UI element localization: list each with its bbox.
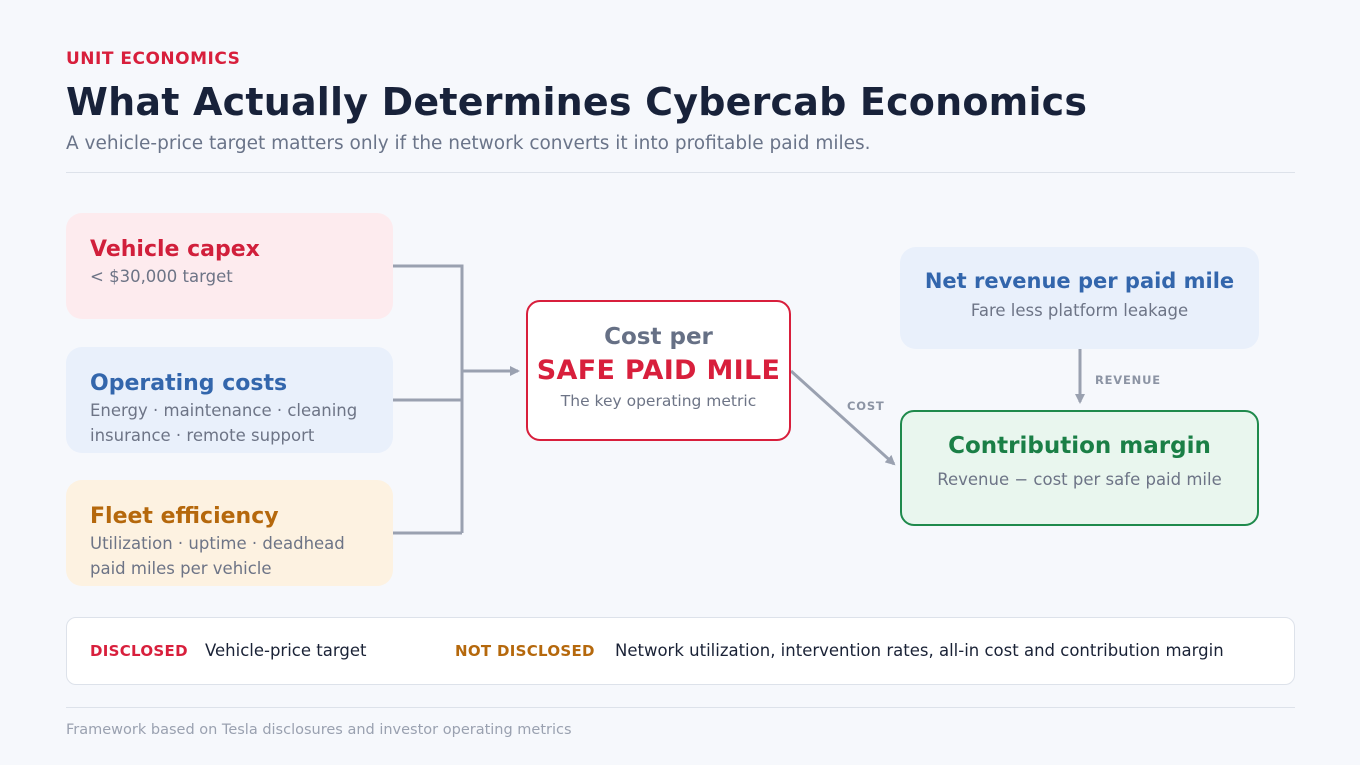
not-disclosed-tag: NOT DISCLOSED <box>455 642 595 660</box>
fleet-efficiency-title: Fleet efficiency <box>90 504 279 529</box>
fleet-efficiency-detail-2: paid miles per vehicle <box>90 559 272 578</box>
center-line-3: The key operating metric <box>560 392 757 410</box>
cost-arrow <box>789 369 896 466</box>
net-revenue-box: Net revenue per paid mile Fare less plat… <box>900 247 1259 349</box>
cost-per-safe-paid-mile-box: Cost per SAFE PAID MILE The key operatin… <box>526 300 791 441</box>
disclosed-text: Vehicle-price target <box>205 641 367 660</box>
vehicle-capex-title: Vehicle capex <box>90 237 260 262</box>
contribution-margin-title: Contribution margin <box>948 433 1211 459</box>
not-disclosed-text: Network utilization, intervention rates,… <box>615 641 1224 660</box>
vehicle-capex-box: Vehicle capex < $30,000 target <box>66 213 393 319</box>
fleet-efficiency-box: Fleet efficiency Utilization · uptime · … <box>66 480 393 586</box>
operating-costs-detail-1: Energy · maintenance · cleaning <box>90 401 358 420</box>
center-line-1: Cost per <box>604 324 713 350</box>
contribution-margin-box: Contribution margin Revenue − cost per s… <box>900 410 1259 526</box>
operating-costs-title: Operating costs <box>90 371 288 396</box>
footer-note: Framework based on Tesla disclosures and… <box>66 722 572 738</box>
net-revenue-title: Net revenue per paid mile <box>924 269 1235 293</box>
revenue-flow-label: REVENUE <box>1095 373 1161 387</box>
cost-flow-label: COST <box>847 399 885 413</box>
operating-costs-detail-2: insurance · remote support <box>90 426 315 445</box>
operating-costs-box: Operating costs Energy · maintenance · c… <box>66 347 393 453</box>
net-revenue-detail: Fare less platform leakage <box>970 301 1189 320</box>
vehicle-capex-detail: < $30,000 target <box>90 267 233 286</box>
disclosure-legend: DISCLOSED Vehicle-price target NOT DISCL… <box>66 617 1295 685</box>
fleet-efficiency-detail-1: Utilization · uptime · deadhead <box>90 534 345 553</box>
center-line-2: SAFE PAID MILE <box>536 355 781 386</box>
footer-divider <box>66 707 1295 708</box>
disclosed-tag: DISCLOSED <box>90 642 188 660</box>
contribution-margin-detail: Revenue − cost per safe paid mile <box>937 470 1222 489</box>
